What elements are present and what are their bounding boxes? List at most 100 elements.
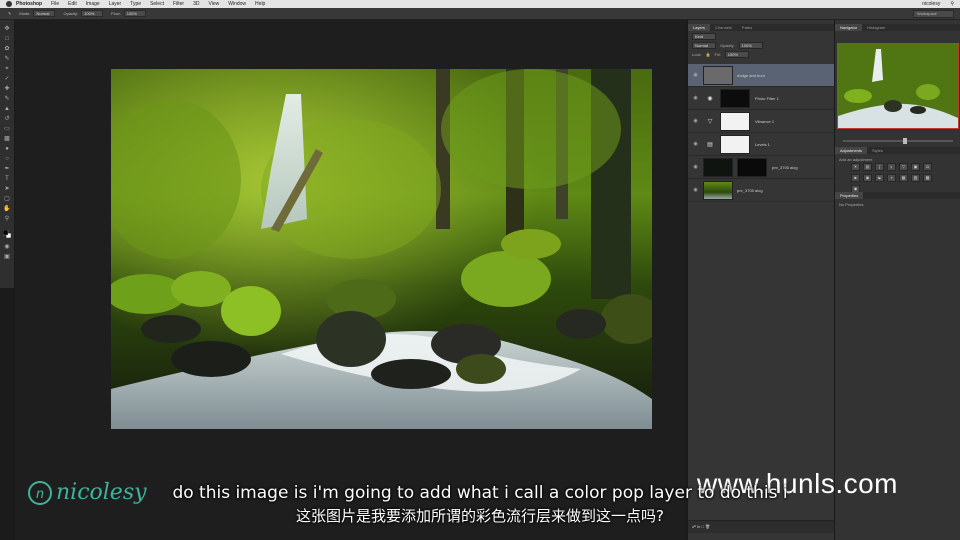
zoom-tool-icon[interactable]: ⚲ [3,216,11,223]
hand-tool-icon[interactable]: ✋ [3,206,11,213]
quick-mask-icon[interactable]: ◉ [3,244,11,251]
clone-stamp-tool-icon[interactable]: ▲ [3,106,11,113]
search-icon[interactable]: ⚲ [950,0,954,8]
screen-mode-icon[interactable]: ▣ [3,254,11,261]
layer-row[interactable]: ◉ ◉ Photo Filter 1 [688,87,834,110]
adjustments-title: Add an adjustment [839,157,873,162]
layer-name: Photo Filter 1 [755,95,779,101]
black-white-icon[interactable]: ■ [851,174,860,182]
lock-label: Lock: [692,52,702,57]
user-name[interactable]: nicolesy [922,0,940,8]
menu-layer[interactable]: Layer [109,0,122,8]
eye-icon[interactable]: ◉ [692,187,699,193]
layer-thumbnail [703,157,733,177]
eye-icon[interactable]: ◉ [692,118,699,124]
exposure-icon[interactable]: ◐ [887,163,896,171]
layer-name: pnr_3705 alog [772,164,798,170]
zoom-slider[interactable] [843,138,953,144]
flow-field[interactable]: 100% [123,10,146,17]
navigator-column: Navigator Histogram Adjustments Styles A… [834,20,960,540]
pen-tool-icon[interactable]: ✒ [3,166,11,173]
eyedropper-tool-icon[interactable]: ✓ [3,76,11,83]
eye-icon[interactable]: ◉ [692,141,699,147]
move-tool-icon[interactable]: ✥ [3,26,11,33]
layer-row[interactable]: ◉ pnr_3705 alog [688,179,834,202]
zoom-slider-knob[interactable] [903,138,907,144]
blend-mode-select[interactable]: Normal [692,42,716,49]
vibrance-icon[interactable]: ▽ [899,163,908,171]
menu-help[interactable]: Help [255,0,265,8]
path-select-tool-icon[interactable]: ➤ [3,186,11,193]
tab-paths[interactable]: Paths [737,24,757,31]
lock-icon[interactable]: 🔒 [706,52,711,57]
layer-row[interactable]: ◉ dodge and burn [688,64,834,87]
adjustments-panel: Adjustments Styles Add an adjustment ☀ ▤… [835,147,960,193]
menu-select[interactable]: Select [150,0,164,8]
blur-tool-icon[interactable]: ● [3,146,11,153]
curves-icon[interactable]: ∫ [875,163,884,171]
tab-layers[interactable]: Layers [688,24,711,31]
kind-filter-select[interactable]: Kind [692,33,716,40]
layer-opacity-field[interactable]: 100% [738,42,763,49]
menu-type[interactable]: Type [130,0,141,8]
menu-window[interactable]: Window [228,0,246,8]
lasso-tool-icon[interactable]: ✿ [3,46,11,53]
levels-icon[interactable]: ▤ [863,163,872,171]
tab-adjustments[interactable]: Adjustments [835,147,868,154]
threshold-icon[interactable]: ▧ [911,174,920,182]
layer-mask-thumbnail [720,88,750,108]
gradient-map-icon[interactable]: ▩ [923,174,932,182]
tab-properties[interactable]: Properties [835,192,864,199]
tab-styles[interactable]: Styles [867,147,888,154]
crop-tool-icon[interactable]: ⌖ [3,66,11,73]
menu-filter[interactable]: Filter [173,0,184,8]
eye-icon[interactable]: ◉ [692,72,699,78]
eraser-tool-icon[interactable]: ▭ [3,126,11,133]
workspace-select[interactable]: Workspace [913,10,954,18]
brightness-icon[interactable]: ☀ [851,163,860,171]
posterize-icon[interactable]: ▦ [899,174,908,182]
tab-channels[interactable]: Channels [710,24,737,31]
subtitle-english: do this image is i'm going to add what i… [172,483,788,503]
type-tool-icon[interactable]: T [3,176,11,183]
navigator-thumbnail[interactable] [837,43,959,129]
layer-mask-thumbnail [737,157,767,177]
shape-tool-icon[interactable]: ▢ [3,196,11,203]
eye-icon[interactable]: ◉ [692,164,699,170]
gradient-tool-icon[interactable]: ▩ [3,136,11,143]
menu-edit[interactable]: Edit [68,0,77,8]
hue-saturation-icon[interactable]: ▣ [911,163,920,171]
layer-row[interactable]: ◉ ▤ Levels 1 [688,133,834,156]
channel-mixer-icon[interactable]: ☯ [875,174,884,182]
layer-opacity-label: Opacity: [720,43,735,48]
photo-filter-icon[interactable]: ◉ [863,174,872,182]
layers-panel: Layers Channels Paths Kind Normal Opacit… [687,20,838,540]
apple-icon[interactable] [6,1,12,7]
brush-preset[interactable]: ✎ [8,11,11,16]
dodge-tool-icon[interactable]: ○ [3,156,11,163]
healing-tool-icon[interactable]: ✚ [3,86,11,93]
brush-tool-icon[interactable]: ✎ [3,96,11,103]
color-swatches-icon[interactable] [3,229,11,238]
menu-image[interactable]: Image [86,0,100,8]
properties-tabs: Properties [835,192,960,199]
menu-app-name[interactable]: Photoshop [16,0,42,8]
layer-row[interactable]: ◉ ▽ Vibrance 1 [688,110,834,133]
quick-select-tool-icon[interactable]: ✎ [3,56,11,63]
layer-mask-thumbnail [720,111,750,131]
menu-view[interactable]: View [209,0,220,8]
color-balance-icon[interactable]: ⚖ [923,163,932,171]
fill-field[interactable]: 100% [724,51,749,58]
menu-3d[interactable]: 3D [193,0,199,8]
history-brush-tool-icon[interactable]: ↺ [3,116,11,123]
marquee-tool-icon[interactable]: □ [3,36,11,43]
menu-file[interactable]: File [51,0,59,8]
mode-select[interactable]: Normal [33,10,56,17]
layers-list: ◉ dodge and burn ◉ ◉ Photo Filter 1 ◉ ▽ … [688,64,834,202]
invert-icon[interactable]: ◑ [887,174,896,182]
layer-row[interactable]: ◉ pnr_3705 alog [688,156,834,179]
eye-icon[interactable]: ◉ [692,95,699,101]
tab-navigator[interactable]: Navigator [835,24,863,31]
tab-histogram[interactable]: Histogram [862,24,890,31]
opacity-field[interactable]: 100% [81,10,104,17]
